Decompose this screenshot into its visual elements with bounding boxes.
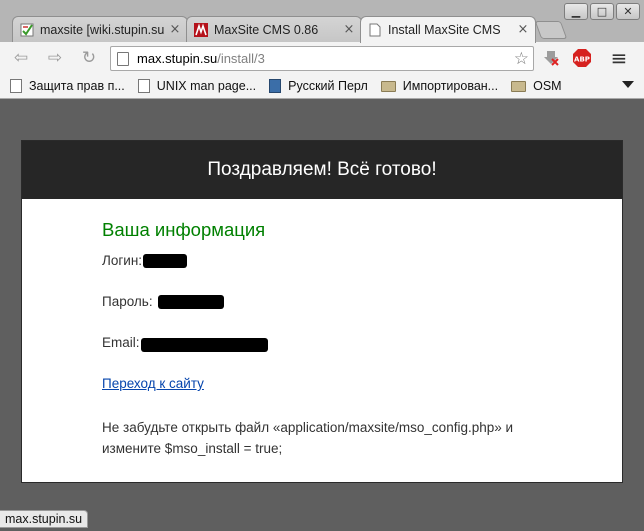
tab-wiki[interactable]: maxsite [wiki.stupin.su × xyxy=(12,16,188,42)
redacted-login xyxy=(143,254,188,268)
bookmark-item[interactable]: Защита прав п... xyxy=(10,79,125,93)
document-icon xyxy=(10,79,22,93)
perl-icon xyxy=(269,79,282,93)
bookmark-item[interactable]: Русский Перл xyxy=(269,79,368,93)
page-title: Поздравляем! Всё готово! xyxy=(207,159,437,180)
bookmark-folder[interactable]: OSM xyxy=(511,79,562,93)
star-icon[interactable]: ☆ xyxy=(514,49,529,69)
tab-install[interactable]: Install MaxSite CMS × xyxy=(360,16,536,43)
minimize-button[interactable]: ▁ xyxy=(564,3,588,20)
bookmark-item[interactable]: UNIX man page... xyxy=(137,79,257,93)
abp-label: ABP xyxy=(574,56,590,64)
page-icon xyxy=(117,51,129,66)
close-icon[interactable]: × xyxy=(343,23,355,36)
password-label: Пароль: xyxy=(102,294,153,309)
address-bar[interactable]: max.stupin.su/install/3 ☆ xyxy=(110,46,534,71)
status-bar: max.stupin.su xyxy=(0,510,89,528)
menu-icon[interactable]: ≡ xyxy=(609,46,629,70)
back-button[interactable]: ⇦ xyxy=(10,48,32,68)
page-icon xyxy=(367,22,383,38)
url-host: max.stupin.su xyxy=(137,51,218,66)
tab-title: MaxSite CMS 0.86 xyxy=(214,22,319,37)
close-icon[interactable]: × xyxy=(517,23,529,36)
bookmark-label: OSM xyxy=(533,79,562,93)
go-to-site-link[interactable]: Переход к сайту xyxy=(102,376,204,391)
maxsite-icon xyxy=(193,22,209,38)
bookmark-label: Русский Перл xyxy=(288,79,368,93)
document-icon xyxy=(137,79,150,93)
bookmarks-overflow-icon[interactable] xyxy=(622,81,634,88)
forward-arrow-icon: ⇨ xyxy=(47,48,63,68)
forward-button[interactable]: ⇨ xyxy=(44,48,66,68)
card-header: Поздравляем! Всё готово! xyxy=(22,141,622,199)
login-label: Логин: xyxy=(102,253,143,268)
reload-button[interactable]: ↻ xyxy=(78,48,100,68)
install-card: Поздравляем! Всё готово! Ваша информация… xyxy=(21,140,623,483)
section-title: Ваша информация xyxy=(102,219,266,240)
redacted-email xyxy=(140,338,268,352)
bookmark-label: Защита прав п... xyxy=(29,79,125,93)
tab-maxsite[interactable]: MaxSite CMS 0.86 × xyxy=(186,16,362,42)
download-extension-icon[interactable] xyxy=(541,48,561,68)
close-window-button[interactable]: ✕ xyxy=(616,3,640,20)
password-row: Пароль: xyxy=(102,294,602,335)
folder-icon xyxy=(380,80,396,92)
bookmark-folder[interactable]: Импортирован... xyxy=(380,79,499,93)
tab-title: maxsite [wiki.stupin.su xyxy=(40,22,165,37)
redacted-password xyxy=(157,295,224,309)
folder-icon xyxy=(511,80,527,92)
close-icon[interactable]: × xyxy=(169,23,181,36)
config-note: Не забудьте открыть файл «application/ma… xyxy=(102,420,514,456)
link-row: Переход к сайту xyxy=(102,376,602,417)
tab-title: Install MaxSite CMS xyxy=(388,23,501,37)
maximize-button[interactable]: □ xyxy=(590,3,614,20)
toolbar: ⇦ ⇨ ↻ max.stupin.su/install/3 ☆ ABP ≡ xyxy=(0,42,644,74)
wiki-icon xyxy=(19,22,35,38)
url-path: /install/3 xyxy=(217,51,265,66)
email-label: Email: xyxy=(102,335,140,350)
new-tab-button[interactable] xyxy=(534,21,568,39)
email-row: Email: xyxy=(102,335,602,376)
bookmark-label: Импортирован... xyxy=(402,79,499,93)
reload-icon: ↻ xyxy=(81,48,97,68)
adblock-plus-icon[interactable]: ABP xyxy=(572,48,592,68)
login-row: Логин: xyxy=(102,253,602,294)
card-body: Ваша информация Логин: Пароль: Email: Пе… xyxy=(102,219,602,459)
tab-strip: maxsite [wiki.stupin.su × MaxSite CMS 0.… xyxy=(0,0,644,43)
bookmark-label: UNIX man page... xyxy=(156,79,257,93)
back-arrow-icon: ⇦ xyxy=(13,48,29,68)
bookmarks-bar: Защита прав п... UNIX man page... Русски… xyxy=(0,74,644,99)
